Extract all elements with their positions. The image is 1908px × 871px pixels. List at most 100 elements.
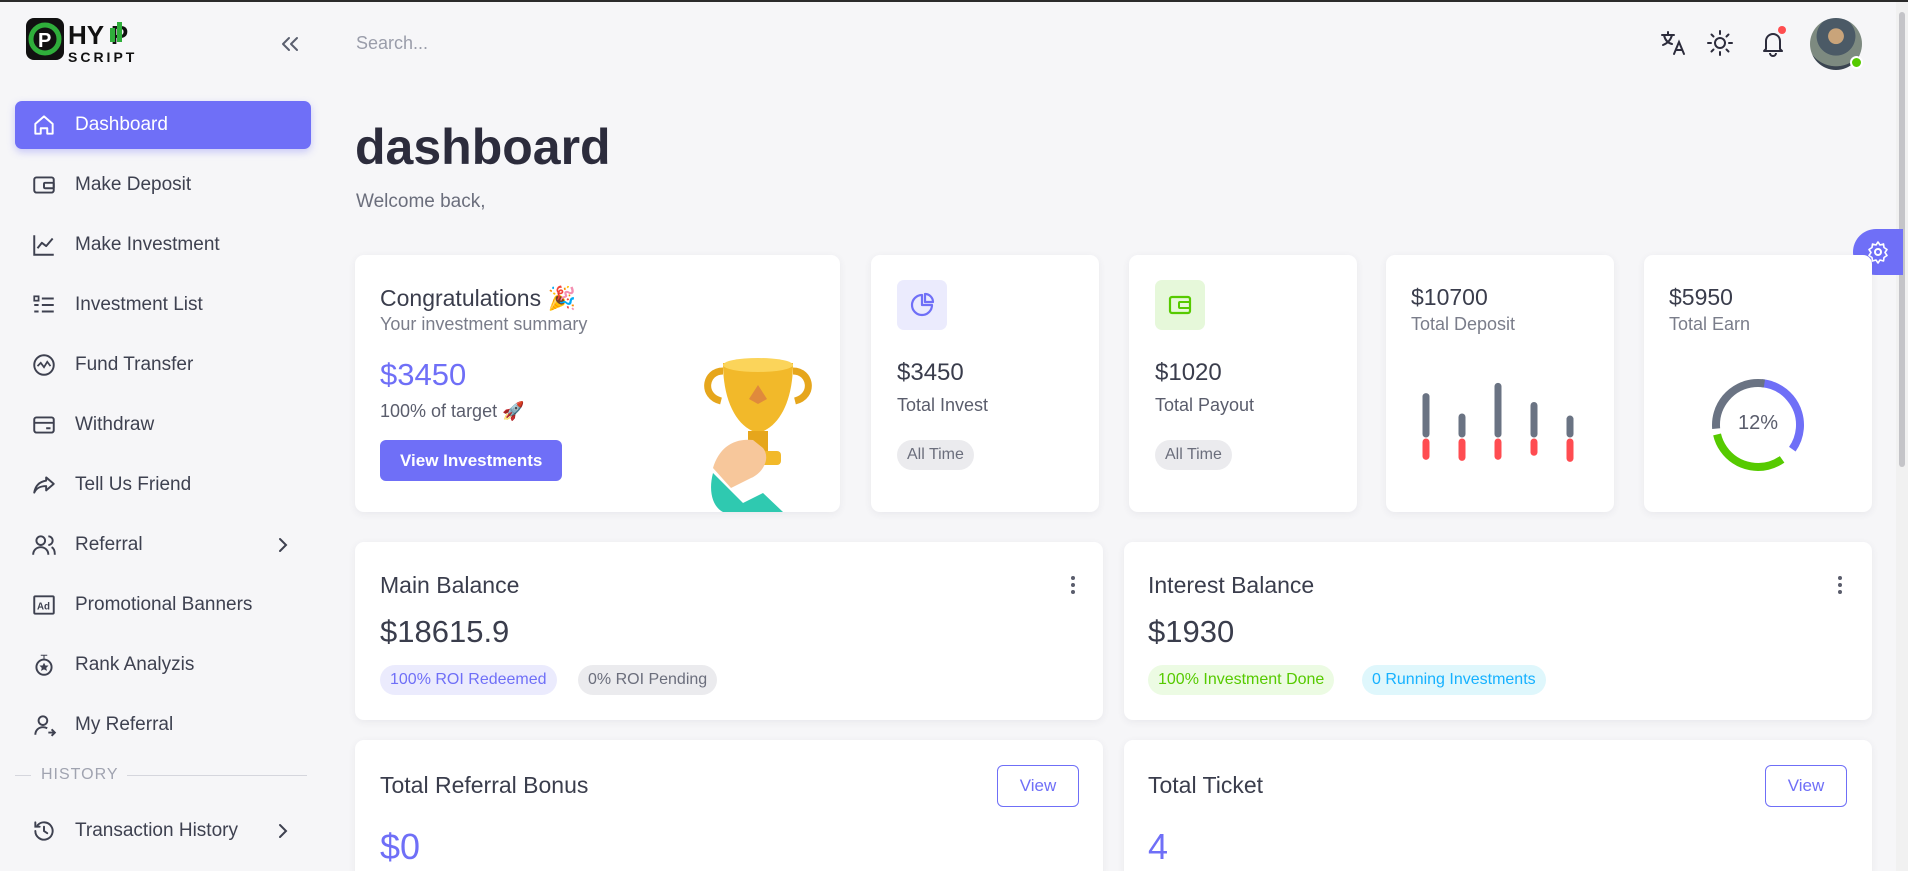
chart-line-icon	[31, 232, 57, 258]
total-earn-amount: $5950	[1669, 284, 1733, 310]
view-ticket-button[interactable]: View	[1765, 765, 1847, 807]
sidebar-section-history: HISTORY	[15, 761, 311, 789]
sidebar-item-referral[interactable]: Referral	[15, 521, 311, 569]
referral-bonus-amount: $0	[380, 826, 421, 867]
sidebar-item-label: Dashboard	[75, 114, 168, 135]
total-deposit-label: Total Deposit	[1411, 314, 1516, 334]
sidebar-item-my-referral[interactable]: My Referral	[15, 701, 311, 749]
sidebar-item-make-deposit[interactable]: Make Deposit	[15, 161, 311, 209]
sidebar-nav: Dashboard Make Deposit Make Investment I…	[15, 101, 311, 867]
roi-pending-badge: 0% ROI Pending	[578, 665, 718, 695]
total-deposit-amount: $10700	[1411, 284, 1488, 310]
interest-balance-title: Interest Balance	[1148, 572, 1315, 598]
wallet-icon	[31, 172, 57, 198]
notification-dot	[1778, 26, 1786, 34]
total-ticket-card: Total Ticket View 4	[1124, 740, 1872, 871]
sidebar-item-label: Tell Us Friend	[75, 474, 192, 495]
svg-text:SCRIPT: SCRIPT	[68, 49, 137, 65]
collapse-sidebar-button[interactable]	[276, 32, 304, 58]
user-arrow-icon	[31, 712, 57, 738]
all-time-badge: All Time	[897, 440, 974, 470]
activity-icon	[31, 352, 57, 378]
ad-icon: Ad	[31, 592, 57, 618]
avatar[interactable]	[1810, 18, 1863, 70]
main-balance-amount: $18615.9	[380, 614, 510, 649]
bell-icon[interactable]	[1758, 26, 1788, 58]
sidebar-item-fund-transfer[interactable]: Fund Transfer	[15, 341, 311, 389]
interest-balance-card: Interest Balance $1930 100% Investment D…	[1124, 542, 1872, 720]
total-deposit-bar-chart	[1422, 382, 1574, 462]
sidebar-item-dashboard[interactable]: Dashboard	[15, 101, 311, 149]
sidebar-item-label: Referral	[75, 534, 143, 555]
total-invest-amount: $3450	[897, 359, 964, 386]
page-title: dashboard	[355, 119, 611, 175]
congratulations-card: Congratulations 🎉 Your investment summar…	[355, 255, 840, 512]
congrats-title: Congratulations 🎉	[380, 285, 577, 311]
total-earn-percent: 12%	[1737, 412, 1779, 434]
sidebar-item-investment-list[interactable]: Investment List	[15, 281, 311, 329]
investment-done-badge: 100% Investment Done	[1148, 665, 1335, 695]
sidebar-item-label: Make Deposit	[75, 174, 192, 195]
sidebar-item-label: Investment List	[75, 294, 203, 315]
total-payout-amount: $1020	[1155, 359, 1222, 386]
total-invest-label: Total Invest	[897, 395, 989, 415]
main-balance-card: Main Balance $18615.9 100% ROI Redeemed …	[355, 542, 1103, 720]
online-status-dot	[1850, 56, 1863, 69]
page-subtitle: Welcome back,	[356, 191, 486, 212]
interest-balance-amount: $1930	[1148, 614, 1235, 649]
search-input[interactable]	[356, 26, 956, 60]
card-icon	[31, 412, 57, 438]
main-balance-title: Main Balance	[380, 572, 520, 598]
total-deposit-card: $10700 Total Deposit	[1386, 255, 1614, 512]
referral-bonus-card: Total Referral Bonus View $0	[355, 740, 1103, 871]
more-vertical-icon[interactable]	[1066, 573, 1080, 597]
sidebar-item-label: Fund Transfer	[75, 354, 194, 375]
total-invest-card: $3450 Total Invest All Time	[871, 255, 1099, 512]
total-ticket-title: Total Ticket	[1148, 772, 1264, 798]
more-vertical-icon[interactable]	[1833, 573, 1847, 597]
sidebar-item-transaction-history[interactable]: Transaction History	[15, 807, 311, 855]
sidebar-item-label: Rank Analyzis	[75, 654, 195, 675]
svg-text:P: P	[38, 30, 51, 52]
sun-icon[interactable]	[1705, 28, 1735, 58]
total-payout-label: Total Payout	[1155, 395, 1255, 415]
translate-icon[interactable]	[1658, 28, 1688, 58]
history-icon	[31, 818, 57, 844]
view-investments-button[interactable]: View Investments	[380, 440, 563, 481]
list-icon	[31, 292, 57, 318]
pie-chart-icon	[897, 280, 947, 330]
home-icon	[31, 112, 57, 138]
medal-icon	[31, 652, 57, 678]
total-earn-card: $5950 Total Earn 12%	[1644, 255, 1872, 512]
svg-text:Ad: Ad	[37, 601, 50, 612]
sidebar-item-make-investment[interactable]: Make Investment	[15, 221, 311, 269]
total-ticket-amount: 4	[1148, 826, 1169, 867]
sidebar-item-promotional-banners[interactable]: Ad Promotional Banners	[15, 581, 311, 629]
sidebar-item-label: Promotional Banners	[75, 594, 253, 615]
scrollbar[interactable]	[1896, 2, 1908, 871]
sidebar-item-label: Make Investment	[75, 234, 220, 255]
total-payout-card: $1020 Total Payout All Time	[1129, 255, 1357, 512]
sidebar-item-withdraw[interactable]: Withdraw	[15, 401, 311, 449]
referral-bonus-title: Total Referral Bonus	[380, 772, 589, 798]
trophy-icon	[704, 358, 812, 512]
chevrons-left-icon	[282, 37, 298, 51]
running-investments-badge: 0 Running Investments	[1362, 665, 1546, 695]
sidebar-item-rank-analyzis[interactable]: Rank Analyzis	[15, 641, 311, 689]
congrats-target: 100% of target 🚀	[380, 401, 525, 421]
all-time-badge: All Time	[1155, 440, 1232, 470]
congrats-subtitle: Your investment summary	[380, 314, 588, 334]
sidebar-item-tell-us-friend[interactable]: Tell Us Friend	[15, 461, 311, 509]
share-icon	[31, 472, 57, 498]
brand-logo[interactable]: P HY P SCRIPT	[26, 16, 176, 70]
view-referral-bonus-button[interactable]: View	[997, 765, 1079, 807]
total-earn-label: Total Earn	[1669, 314, 1751, 334]
roi-redeemed-badge: 100% ROI Redeemed	[380, 665, 557, 695]
sidebar-item-label: Withdraw	[75, 414, 155, 435]
sidebar-item-label: My Referral	[75, 714, 174, 735]
users-icon	[31, 532, 57, 558]
wallet-icon	[1155, 280, 1205, 330]
chevron-right-icon	[279, 824, 288, 838]
sidebar: P HY P SCRIPT Dashboard Make Deposit Mak…	[0, 2, 326, 871]
sidebar-item-label: Transaction History	[75, 820, 238, 841]
